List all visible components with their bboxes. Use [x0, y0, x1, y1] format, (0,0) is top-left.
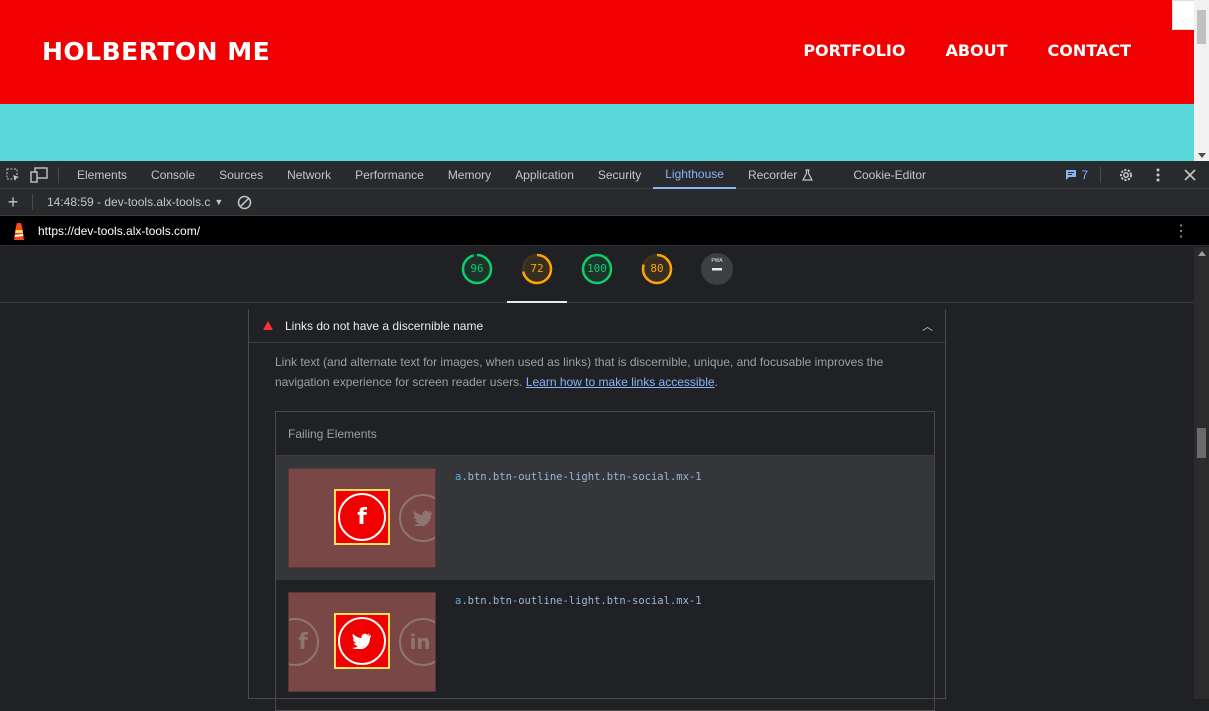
devtools-panel: Elements Console Sources Network Perform…	[0, 161, 1209, 711]
tab-performance[interactable]: Performance	[343, 161, 436, 189]
device-toolbar-icon[interactable]	[26, 162, 52, 188]
pwa-badge-icon[interactable]: PWA	[701, 253, 733, 285]
table-row[interactable]: f in a.btn.btn-outline-light.btn-social.…	[276, 580, 934, 704]
audit-header[interactable]: Links do not have a discernible name ︿	[249, 309, 945, 343]
flask-icon	[802, 168, 814, 181]
page-scrollbar[interactable]	[1194, 0, 1209, 161]
highlighted-element-box: f	[334, 489, 390, 545]
score-gauge-seo[interactable]: 80	[641, 253, 673, 285]
element-selector[interactable]: a.btn.btn-outline-light.btn-social.mx-1	[455, 595, 702, 607]
element-screenshot: f	[288, 468, 436, 568]
lighthouse-logo-icon	[0, 221, 38, 241]
lighthouse-report-body: Links do not have a discernible name ︿ L…	[0, 309, 1194, 711]
tab-application[interactable]: Application	[503, 161, 586, 189]
page-scrollbar-thumb[interactable]	[1197, 10, 1206, 44]
toolbar-divider	[1100, 166, 1101, 183]
tab-recorder-label: Recorder	[747, 167, 798, 182]
twitter-icon	[338, 617, 386, 665]
devtools-right-controls: 7	[1065, 162, 1209, 188]
nav-portfolio-link[interactable]: PORTFOLIO	[803, 41, 905, 60]
tab-memory[interactable]: Memory	[436, 161, 503, 189]
score-value: 96	[470, 262, 484, 275]
tab-sources[interactable]: Sources	[207, 161, 275, 189]
score-gauge-accessibility[interactable]: 72	[521, 253, 553, 285]
lighthouse-url-bar: https://dev-tools.alx-tools.com/ ⋮	[0, 216, 1209, 246]
table-row[interactable]: f a.btn.btn-outline-light.btn-social.mx-…	[276, 456, 934, 580]
clear-reports-icon[interactable]	[231, 189, 257, 215]
score-value: 80	[650, 262, 664, 275]
console-messages-badge[interactable]: 7	[1065, 168, 1088, 182]
scroll-down-arrow-icon[interactable]	[1198, 153, 1206, 158]
site-logo[interactable]: HOLBERTON ME	[42, 37, 270, 66]
settings-gear-icon[interactable]	[1113, 162, 1139, 188]
tab-network[interactable]: Network	[275, 161, 343, 189]
linkedin-icon: in	[399, 618, 435, 666]
message-icon	[1066, 169, 1077, 180]
score-value: 72	[530, 262, 544, 275]
tab-lighthouse[interactable]: Lighthouse	[653, 161, 736, 189]
report-scrollbar-thumb[interactable]	[1197, 428, 1206, 458]
twitter-icon	[399, 494, 435, 542]
toolbar-divider	[32, 194, 33, 210]
tab-cookie-editor[interactable]: Cookie-Editor	[841, 161, 938, 189]
selector-classes: .btn.btn-outline-light.btn-social.mx-1	[461, 595, 702, 607]
failing-elements-table: Failing Elements f a.btn.btn-outline-lig…	[275, 411, 935, 711]
tab-console[interactable]: Console	[139, 161, 207, 189]
devtools-tabbar: Elements Console Sources Network Perform…	[0, 161, 1209, 189]
tab-elements[interactable]: Elements	[65, 161, 139, 189]
score-gauge-best-practices[interactable]: 100	[581, 253, 613, 285]
highlighted-element-box	[334, 613, 390, 669]
audit-description: Link text (and alternate text for images…	[275, 355, 884, 389]
chevron-down-icon: ▼	[214, 197, 224, 207]
facebook-icon: f	[289, 618, 319, 666]
report-scrollbar[interactable]	[1194, 247, 1209, 699]
report-selector[interactable]: 14:48:59 - dev-tools.alx-tools.c ▼	[47, 195, 223, 209]
chevron-up-icon[interactable]: ︿	[922, 318, 933, 334]
score-value: 100	[587, 262, 607, 275]
nav-about-link[interactable]: ABOUT	[945, 41, 1007, 60]
hero-section	[0, 104, 1194, 161]
extension-popup-corner[interactable]	[1172, 0, 1195, 30]
learn-more-link[interactable]: Learn how to make links accessible	[526, 375, 715, 389]
scroll-up-arrow-icon[interactable]	[1198, 251, 1206, 256]
site-header: HOLBERTON ME PORTFOLIO ABOUT CONTACT	[0, 0, 1194, 104]
new-report-plus-icon[interactable]: +	[0, 189, 26, 215]
toolbar-divider	[58, 166, 59, 183]
report-selector-value: 14:48:59 - dev-tools.alx-tools.c	[47, 195, 211, 209]
lighthouse-toolbar: + 14:48:59 - dev-tools.alx-tools.c ▼	[0, 189, 1209, 216]
message-count: 7	[1081, 167, 1088, 182]
score-gauge-performance[interactable]: 96	[461, 253, 493, 285]
audit-card: Links do not have a discernible name ︿ L…	[248, 309, 946, 711]
element-screenshot: f in	[288, 592, 436, 692]
fail-triangle-icon	[263, 321, 273, 330]
score-gauges: 96 72 100 80 PWA	[0, 246, 1209, 303]
close-devtools-icon[interactable]	[1177, 162, 1203, 188]
audit-title: Links do not have a discernible name	[285, 318, 484, 333]
report-menu-icon[interactable]: ⋮	[1173, 221, 1189, 241]
inspect-element-icon[interactable]	[0, 162, 26, 188]
selector-classes: .btn.btn-outline-light.btn-social.mx-1	[461, 471, 702, 483]
more-options-icon[interactable]	[1145, 162, 1171, 188]
audited-url[interactable]: https://dev-tools.alx-tools.com/	[38, 224, 200, 238]
active-gauge-indicator	[507, 301, 567, 303]
tab-recorder[interactable]: Recorder	[736, 161, 825, 189]
tab-security[interactable]: Security	[586, 161, 653, 189]
failing-elements-header: Failing Elements	[276, 412, 934, 456]
site-nav: PORTFOLIO ABOUT CONTACT	[803, 41, 1131, 60]
facebook-icon: f	[338, 493, 386, 541]
web-page-viewport: HOLBERTON ME PORTFOLIO ABOUT CONTACT	[0, 0, 1209, 161]
nav-contact-link[interactable]: CONTACT	[1048, 41, 1131, 60]
pwa-label: PWA	[711, 258, 723, 264]
element-selector[interactable]: a.btn.btn-outline-light.btn-social.mx-1	[455, 471, 702, 483]
